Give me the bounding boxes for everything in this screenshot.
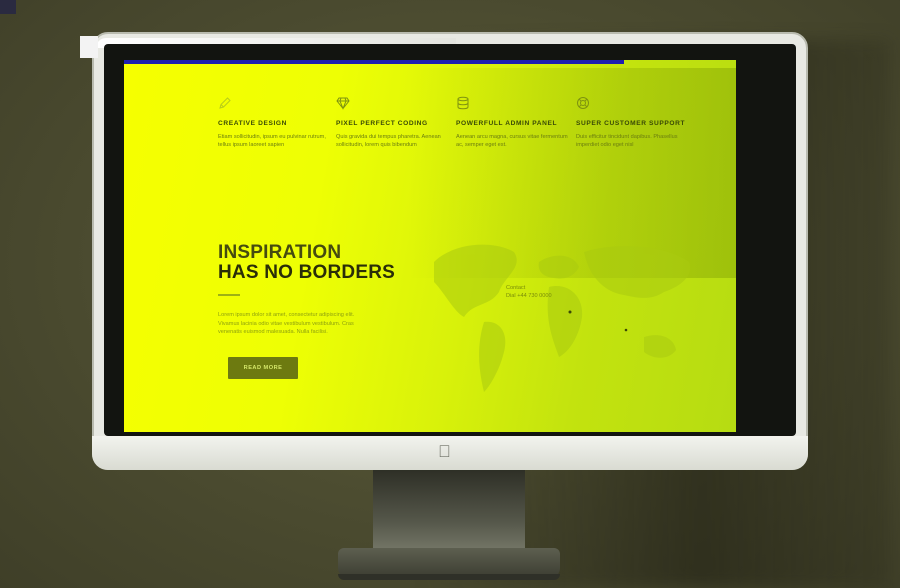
monitor-stand-neck — [373, 470, 525, 556]
database-icon — [457, 96, 469, 110]
feature-admin-panel: Powerfull Admin Panel Aenean arcu magna,… — [456, 96, 572, 149]
feature-text: Etiam sollicitudin, ipsum eu pulvinar ru… — [218, 134, 326, 148]
contact-block: Contact Dial +44 730 0000 — [506, 284, 552, 300]
pencil-icon — [219, 97, 231, 109]
feature-customer-support: Super Customer Support Duis efficitur ti… — [576, 96, 692, 149]
feature-title: Super Customer Support — [576, 120, 686, 127]
bezel-corner — [80, 36, 98, 58]
feature-creative-design: Creative Design Etiam sollicitudin, ipsu… — [218, 96, 334, 149]
map-marker — [568, 310, 572, 314]
hero-body-text: Lorem ipsum dolor sit amet, consectetur … — [218, 312, 355, 335]
hero-headline-line1: INSPIRATION — [218, 242, 342, 263]
lifebuoy-icon — [577, 97, 589, 109]
hero-headline-line2: HAS NO BORDERS — [218, 262, 395, 283]
hero-headline: INSPIRATION HAS NO BORDERS — [218, 243, 395, 283]
feature-text: Aenean arcu magna, cursus vitae fermentu… — [456, 134, 568, 148]
map-marker — [624, 328, 628, 332]
hero-divider — [218, 294, 240, 296]
feature-title: Powerfull Admin Panel — [456, 120, 558, 127]
diamond-icon — [336, 97, 350, 110]
read-more-button[interactable]: READ MORE — [228, 357, 298, 379]
monitor-screen: Creative Design Etiam sollicitudin, ipsu… — [124, 60, 736, 432]
feature-title: Creative Design — [218, 120, 287, 127]
contact-phone[interactable]: Dial +44 730 0000 — [506, 292, 552, 300]
feature-title: Pixel Perfect Coding — [336, 120, 428, 127]
top-bar — [124, 60, 624, 64]
feature-pixel-perfect: Pixel Perfect Coding Quis gravida dui te… — [336, 96, 452, 149]
feature-text: Quis gravida dui tempus pharetra. Aenean… — [336, 134, 441, 148]
world-map-image — [434, 244, 690, 392]
corner-artifact — [0, 0, 16, 14]
apple-logo-icon:  — [438, 443, 451, 461]
contact-label: Contact — [506, 285, 526, 291]
feature-text: Duis efficitur tincidunt dapibus. Phasel… — [576, 134, 678, 148]
monitor-stand-base-edge — [338, 574, 560, 580]
